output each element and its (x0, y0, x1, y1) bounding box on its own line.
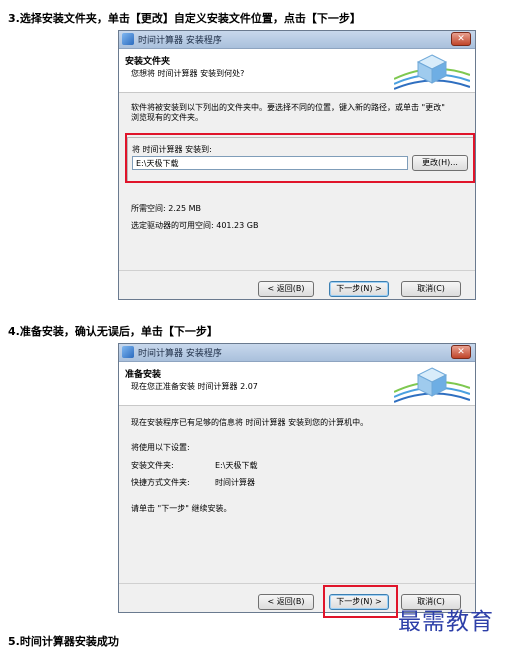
install-folder-value: E:\天极下载 (215, 461, 258, 470)
window-title: 时间计算器 安装程序 (138, 36, 222, 46)
step5-caption: 5.时间计算器安装成功 (8, 635, 119, 648)
step3-caption: 3.选择安装文件夹，单击【更改】自定义安装文件位置，点击【下一步】 (8, 12, 361, 25)
title-bar: 时间计算器 安装程序 ✕ (119, 344, 475, 362)
footer-separator (119, 270, 475, 271)
highlight-box (323, 585, 398, 618)
available-space-label: 选定驱动器的可用空间: 401.23 GB (131, 221, 259, 230)
title-bar: 时间计算器 安装程序 ✕ (119, 31, 475, 49)
required-space-label: 所需空间: 2.25 MB (131, 204, 201, 213)
cancel-button[interactable]: 取消(C) (401, 281, 461, 297)
window-title: 时间计算器 安装程序 (138, 349, 222, 359)
install-folder-label: 安装文件夹: (131, 461, 174, 470)
dialog-header: 安装文件夹 您想将 时间计算器 安装到何处? (119, 49, 475, 93)
footer-separator (119, 583, 475, 584)
back-button[interactable]: < 返回(B) (258, 594, 314, 610)
close-button[interactable]: ✕ (451, 345, 471, 359)
settings-label: 将使用以下设置: (131, 443, 190, 452)
installer-icon (122, 33, 134, 45)
installer-graphic-icon (394, 54, 470, 90)
shortcut-folder-label: 快捷方式文件夹: (131, 478, 190, 487)
instruction-line-2: 浏览现有的文件夹。 (131, 113, 203, 122)
header-title: 准备安装 (125, 370, 162, 380)
shortcut-folder-value: 时间计算器 (215, 478, 255, 487)
back-button[interactable]: < 返回(B) (258, 281, 314, 297)
next-button[interactable]: 下一步(N) > (329, 281, 389, 297)
header-subtitle: 现在您正准备安装 时间计算器 2.07 (131, 382, 258, 391)
ready-to-install-dialog: 时间计算器 安装程序 ✕ 准备安装 现在您正准备安装 时间计算器 2.07 现在… (118, 343, 476, 618)
close-button[interactable]: ✕ (451, 32, 471, 46)
continue-text: 请单击 "下一步" 继续安装。 (131, 504, 232, 513)
install-folder-dialog: 时间计算器 安装程序 ✕ 安装文件夹 您想将 时间计算器 安装到何处? 软件将被… (118, 30, 476, 300)
installer-icon (122, 346, 134, 358)
dialog-header: 准备安装 现在您正准备安装 时间计算器 2.07 (119, 362, 475, 406)
watermark-logo: 最需教育 (398, 609, 494, 635)
ready-text: 现在安装程序已有足够的信息将 时间计算器 安装到您的计算机中。 (131, 418, 369, 427)
header-title: 安装文件夹 (125, 57, 171, 67)
header-subtitle: 您想将 时间计算器 安装到何处? (131, 69, 245, 78)
highlight-box (125, 133, 475, 183)
step4-caption: 4.准备安装，确认无误后，单击【下一步】 (8, 325, 218, 338)
installer-graphic-icon (394, 367, 470, 403)
